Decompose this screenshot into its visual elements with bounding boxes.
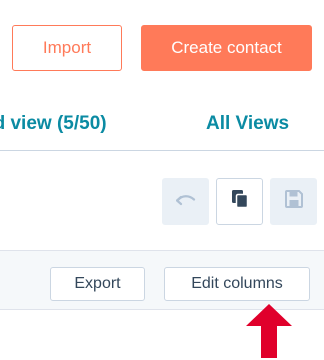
clone-icon [231,189,249,214]
contacts-page: Import Create contact dd view (5/50) All… [0,0,324,360]
red-arrow-annotation-icon [246,304,292,358]
create-contact-button[interactable]: Create contact [141,25,312,71]
clone-button[interactable] [216,178,263,225]
undo-button[interactable] [162,178,209,225]
save-icon [284,190,303,213]
divider [0,150,324,151]
export-button[interactable]: Export [50,267,145,301]
edit-columns-button[interactable]: Edit columns [164,267,310,301]
undo-icon [175,191,196,212]
import-button[interactable]: Import [12,25,122,71]
import-button-label: Import [42,38,92,57]
view-tabs-row: dd view (5/50) All Views [0,100,324,150]
add-view-link[interactable]: dd view (5/50) [0,113,107,135]
create-contact-button-label: Create contact [171,38,282,57]
all-views-link[interactable]: All Views [206,113,289,135]
save-view-button[interactable] [270,178,317,225]
export-button-label: Export [74,275,121,292]
edit-columns-button-label: Edit columns [191,275,283,292]
